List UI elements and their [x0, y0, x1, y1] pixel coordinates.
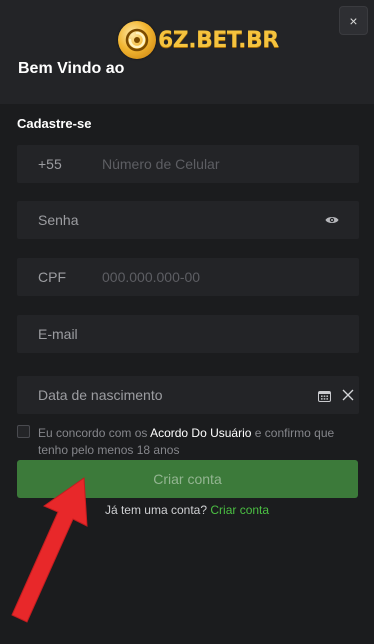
login-prompt: Já tem uma conta?	[104, 503, 208, 517]
cpf-label: CPF	[38, 269, 66, 285]
welcome-title: Bem Vindo ao	[18, 60, 125, 77]
birthdate-field[interactable]: Data de nascimento	[17, 376, 359, 414]
country-code[interactable]: +55	[38, 145, 62, 183]
terms-checkbox[interactable]	[17, 425, 30, 438]
calendar-icon[interactable]	[318, 390, 331, 402]
phone-placeholder: Número de Celular	[102, 156, 220, 172]
section-title: Cadastre-se	[17, 116, 92, 131]
logo-swirl-icon	[125, 28, 149, 52]
birthdate-placeholder: Data de nascimento	[38, 387, 163, 403]
close-icon: ×	[349, 12, 358, 29]
eye-icon[interactable]	[325, 215, 339, 225]
email-placeholder: E-mail	[38, 326, 78, 342]
pointer-arrow-icon	[11, 477, 88, 623]
register-modal: 6Z.BET.BR × Bem Vindo ao Cadastre-se +55…	[0, 0, 374, 644]
phone-field[interactable]: +55 Número de Celular	[17, 145, 359, 183]
login-link[interactable]: Criar conta	[210, 503, 269, 517]
terms-text-before: Eu concordo com os	[38, 426, 151, 440]
create-account-label: Criar conta	[153, 471, 222, 487]
modal-header: 6Z.BET.BR × Bem Vindo ao	[0, 0, 374, 104]
brand-logo: 6Z.BET.BR	[118, 18, 279, 62]
clear-icon[interactable]	[342, 389, 354, 401]
logo-mark-icon	[118, 21, 156, 59]
password-placeholder: Senha	[38, 212, 79, 228]
user-agreement-link[interactable]: Acordo Do Usuário	[150, 426, 251, 440]
logo-text: 6Z.BET.BR	[158, 27, 279, 53]
close-button[interactable]: ×	[339, 6, 368, 35]
terms-text: Eu concordo com os Acordo Do Usuário e c…	[38, 425, 362, 459]
cpf-field[interactable]: CPF 000.000.000-00	[17, 258, 359, 296]
password-field[interactable]: Senha	[17, 201, 359, 239]
email-field[interactable]: E-mail	[17, 315, 359, 353]
cpf-placeholder: 000.000.000-00	[102, 269, 201, 285]
